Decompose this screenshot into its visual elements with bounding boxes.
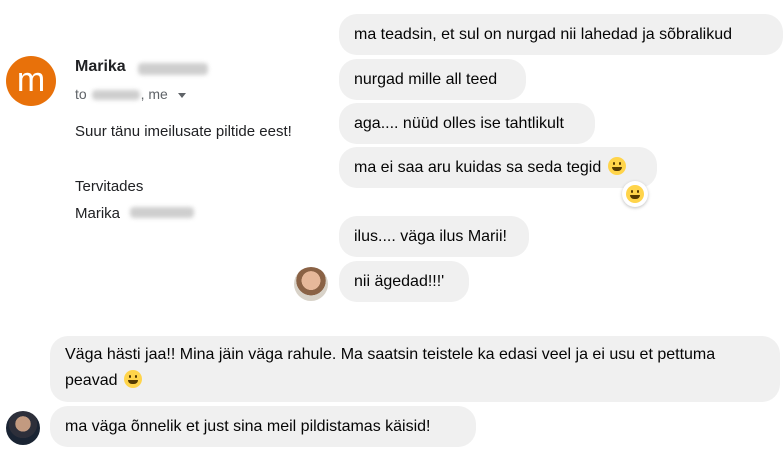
- message-reaction[interactable]: [622, 181, 648, 207]
- chat-message-text: ma ei saa aru kuidas sa seda tegid: [354, 159, 602, 176]
- redacted-surname: [138, 63, 208, 75]
- recipients-prefix: to: [75, 86, 87, 102]
- chevron-down-icon[interactable]: [177, 92, 186, 98]
- redacted-recipient: [91, 90, 140, 101]
- chat-message: aga.... nüüd olles ise tahtlikult: [339, 103, 595, 144]
- sender-name: Marika: [75, 58, 126, 75]
- chat-message: ilus.... väga ilus Marii!: [339, 216, 529, 257]
- chat-message: Väga hästi jaa!! Mina jäin väga rahule. …: [50, 336, 780, 402]
- chat-message-text: Väga hästi jaa!! Mina jäin väga rahule. …: [65, 346, 716, 389]
- chat-message: ma väga õnnelik et just sina meil pildis…: [50, 406, 476, 447]
- recipients-suffix: , me: [140, 86, 168, 102]
- email-signature: Marika: [75, 205, 121, 222]
- grinning-emoji-icon: [123, 370, 142, 388]
- email-closing: Tervitades: [75, 178, 144, 195]
- chat-message: ma teadsin, et sul on nurgad nii lahedad…: [339, 14, 783, 55]
- avatar[interactable]: [294, 267, 328, 301]
- grinning-emoji-icon: [607, 157, 626, 175]
- chat-message: nurgad mille all teed: [339, 59, 526, 100]
- laughing-emoji-icon: [626, 185, 644, 203]
- chat-message: ma ei saa aru kuidas sa seda tegid: [339, 147, 657, 188]
- redacted-signature-surname: [130, 207, 194, 218]
- email-body: Suur tänu imeilusate piltide eest!: [75, 123, 292, 140]
- avatar[interactable]: [6, 411, 40, 445]
- sender-avatar[interactable]: m: [6, 56, 56, 106]
- chat-message: nii ägedad!!!': [339, 261, 469, 302]
- recipients-line[interactable]: to , me: [75, 86, 186, 102]
